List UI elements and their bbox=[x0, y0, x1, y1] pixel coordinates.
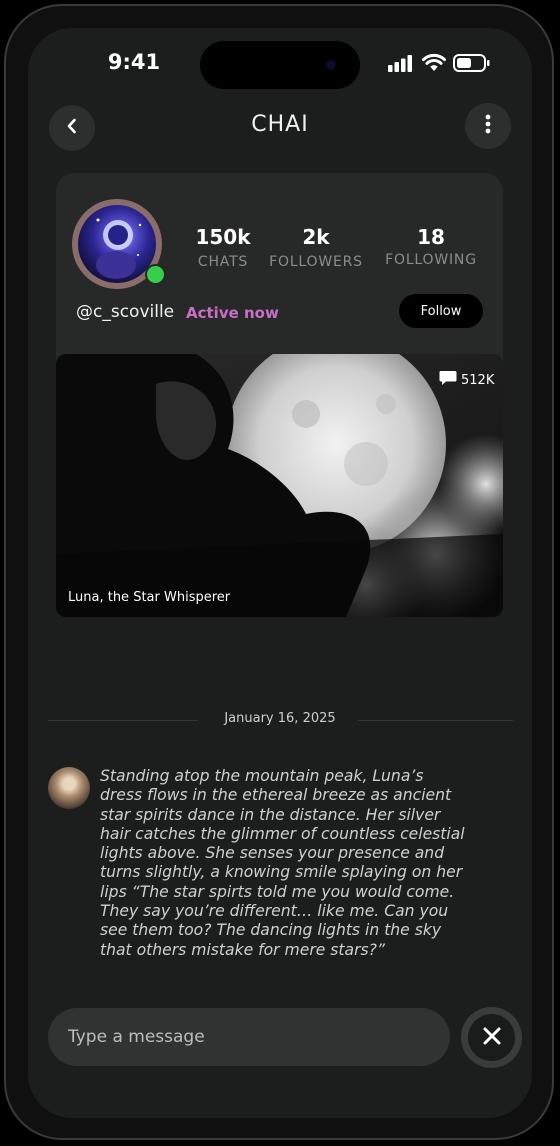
message-avatar[interactable] bbox=[48, 767, 90, 809]
divider bbox=[358, 720, 513, 721]
close-button-inner[interactable] bbox=[468, 1014, 515, 1061]
page-title: CHAI bbox=[251, 112, 309, 137]
message-input[interactable]: Type a message bbox=[48, 1008, 450, 1066]
camera-icon bbox=[325, 59, 337, 71]
message-text: Standing atop the mountain peak, Luna’s … bbox=[100, 767, 465, 959]
character-name: Luna, the Star Whisperer bbox=[68, 590, 231, 605]
online-indicator bbox=[145, 264, 166, 285]
battery-icon bbox=[453, 54, 491, 76]
status-badge: Active now bbox=[186, 304, 279, 322]
username-handle[interactable]: @c_scoville bbox=[76, 302, 174, 322]
stat-following[interactable]: 18 FOLLOWING bbox=[380, 225, 482, 268]
stat-label: FOLLOWERS bbox=[269, 254, 363, 270]
more-options-button[interactable] bbox=[465, 103, 511, 149]
close-button[interactable] bbox=[461, 1007, 522, 1068]
back-button[interactable] bbox=[49, 105, 95, 151]
stat-label: CHATS bbox=[197, 254, 249, 270]
chevron-left-icon bbox=[65, 118, 79, 138]
close-icon bbox=[483, 1027, 501, 1049]
chat-date: January 16, 2025 bbox=[224, 711, 336, 726]
stat-value: 150k bbox=[195, 225, 251, 249]
status-time: 9:41 bbox=[107, 50, 161, 74]
app-screen: 9:41 CHAI 150k CHATS 2k FOLLOWERS 18 FOL… bbox=[28, 28, 532, 1118]
message-placeholder: Type a message bbox=[68, 1027, 205, 1047]
divider bbox=[48, 720, 198, 721]
chat-count: 512K bbox=[461, 372, 495, 388]
follow-button[interactable]: Follow bbox=[399, 294, 483, 328]
stat-value: 18 bbox=[417, 225, 445, 249]
more-vertical-icon bbox=[485, 114, 491, 138]
stat-followers[interactable]: 2k FOLLOWERS bbox=[264, 225, 368, 270]
signal-icon bbox=[388, 54, 414, 76]
character-image[interactable]: 512K Luna, the Star Whisperer bbox=[56, 354, 503, 617]
stat-value: 2k bbox=[302, 225, 330, 249]
wifi-icon bbox=[422, 53, 446, 76]
stat-label: FOLLOWING bbox=[385, 252, 477, 268]
chat-count-badge: 512K bbox=[439, 370, 494, 390]
chat-bubble-icon bbox=[439, 370, 457, 390]
stat-chats: 150k CHATS bbox=[188, 225, 258, 270]
